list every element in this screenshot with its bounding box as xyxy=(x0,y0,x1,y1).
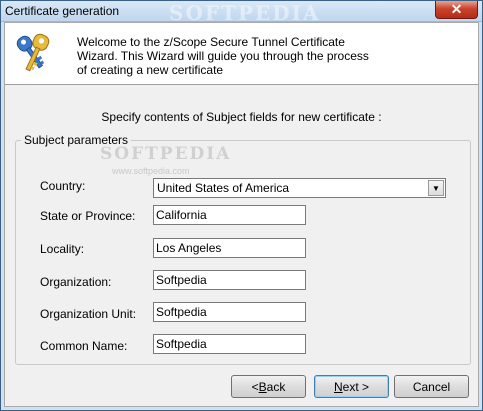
organization-label: Organization: xyxy=(40,275,112,289)
keys-icon xyxy=(16,33,50,72)
common-name-label: Common Name: xyxy=(40,339,128,353)
next-rest: ext > xyxy=(342,379,370,394)
country-label: Country: xyxy=(40,179,86,193)
cancel-button[interactable]: Cancel xyxy=(394,375,469,398)
instruction-text: Specify contents of Subject fields for n… xyxy=(101,110,382,124)
org-unit-label: Organization Unit: xyxy=(40,307,137,321)
close-button[interactable]: ✕ xyxy=(435,1,478,19)
next-mnemonic: N xyxy=(333,379,343,394)
locality-label: Locality: xyxy=(40,242,85,256)
wizard-client-area: Welcome to the z/Scope Secure Tunnel Cer… xyxy=(4,22,479,407)
wizard-header: Welcome to the z/Scope Secure Tunnel Cer… xyxy=(5,23,478,85)
chevron-down-icon[interactable]: ▼ xyxy=(428,180,444,196)
welcome-line-3: of creating a new certificate xyxy=(77,63,224,77)
country-select[interactable]: United States of America ▼ xyxy=(153,178,446,198)
title-bar[interactable]: Certificate generation SOFTPEDIA ✕ xyxy=(1,1,482,25)
org-unit-field[interactable] xyxy=(153,302,306,322)
cancel-label: Cancel xyxy=(412,379,451,394)
next-button[interactable]: Next > xyxy=(314,375,389,398)
common-name-field[interactable] xyxy=(153,334,306,354)
welcome-line-1: Welcome to the z/Scope Secure Tunnel Cer… xyxy=(77,35,345,49)
close-icon: ✕ xyxy=(450,1,463,17)
subject-parameters-group: Subject parameters SOFTPEDIA www.softped… xyxy=(15,133,471,365)
window-title: Certificate generation xyxy=(5,4,120,18)
back-mnemonic: B xyxy=(258,379,267,394)
back-button[interactable]: < Back xyxy=(231,375,306,398)
subject-panel: Specify contents of Subject fields for n… xyxy=(5,86,478,378)
watermark-center: SOFTPEDIA xyxy=(100,144,232,164)
organization-field[interactable] xyxy=(153,270,306,290)
welcome-line-2: Wizard. This Wizard will guide you throu… xyxy=(77,49,369,63)
back-prefix: < xyxy=(251,379,259,394)
state-label: State or Province: xyxy=(40,209,136,223)
country-value: United States of America xyxy=(157,181,290,195)
state-field[interactable] xyxy=(153,205,306,225)
locality-field[interactable] xyxy=(153,238,306,258)
dialog-window: Certificate generation SOFTPEDIA ✕ Welco… xyxy=(0,0,483,411)
watermark-url: www.softpedia.com xyxy=(112,166,190,176)
back-rest: ack xyxy=(266,379,286,394)
welcome-text: Welcome to the z/Scope Secure Tunnel Cer… xyxy=(77,35,397,77)
